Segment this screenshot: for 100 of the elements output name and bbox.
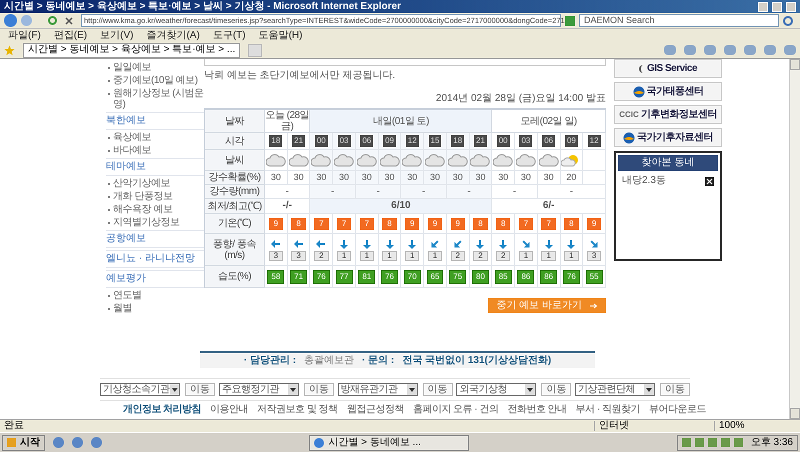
go-button[interactable]: 이동 xyxy=(541,383,572,396)
browser-tab[interactable]: 시간별 > 동네예보 > 육상예보 > 특보·예보 > ... xyxy=(23,42,240,58)
sidebar-heading[interactable]: 공항예보 xyxy=(106,233,146,244)
humidity-badge: 55 xyxy=(586,270,603,284)
footer-link[interactable]: 이용안내 xyxy=(210,405,248,415)
humidity-badge: 70 xyxy=(404,270,421,284)
time-label: 18 xyxy=(269,135,282,147)
time-label: 03 xyxy=(338,135,350,147)
recent-item[interactable]: 내당2.3동 xyxy=(622,176,666,186)
refresh-icon[interactable] xyxy=(48,16,57,25)
go-icon[interactable] xyxy=(565,16,575,26)
sidebar-item[interactable]: 산악기상예보 xyxy=(113,178,170,189)
banner-label: 국가태풍센터 xyxy=(646,86,704,96)
scrollbar[interactable] xyxy=(789,59,800,419)
wind-speed: 3 xyxy=(268,250,284,260)
rain-probability: 30 xyxy=(270,173,281,182)
time-label: 00 xyxy=(496,135,510,147)
temperature-badge: 9 xyxy=(428,218,442,230)
sidebar-heading[interactable]: 북한예보 xyxy=(106,115,146,126)
agency-select[interactable]: 외국기상청 xyxy=(456,383,536,396)
time-label: 12 xyxy=(588,135,601,147)
rain-probability: 30 xyxy=(520,173,531,182)
min-max-temperature: 6/- xyxy=(542,201,554,211)
start-button[interactable]: 시작 xyxy=(2,434,45,450)
sidebar-heading[interactable]: 테마예보 xyxy=(106,161,146,172)
sidebar-item[interactable]: 월별 xyxy=(113,303,132,314)
wind-speed: 2 xyxy=(450,250,465,260)
go-button[interactable]: 이동 xyxy=(304,383,334,396)
banner-link[interactable]: CCIC 기후변화정보센터 xyxy=(614,105,722,124)
time-label: 21 xyxy=(474,135,487,147)
go-button[interactable]: 이동 xyxy=(185,383,215,396)
rain-amount: - xyxy=(376,186,380,196)
contact-value: 전국 국번없이 131(기상상담전화) xyxy=(402,356,552,366)
rain-probability: 30 xyxy=(498,173,508,182)
sidebar-item[interactable]: 해수욕장 예보 xyxy=(113,204,172,215)
temperature-badge: 9 xyxy=(586,218,602,230)
window-title: 시간별 > 동네예보 > 육상예보 > 특보·예보 > 날씨 > 기상청 - Microsoft Internet Explorer xyxy=(4,2,401,12)
search-field[interactable]: DAEMON Search xyxy=(579,14,779,27)
contact-label: · 담당관리 : xyxy=(244,356,296,366)
time-label: 15 xyxy=(428,135,442,147)
wind-speed: 1 xyxy=(428,250,442,260)
sidebar-heading[interactable]: 예보평가 xyxy=(106,273,146,284)
swirl-logo-icon xyxy=(623,132,635,144)
agency-select[interactable]: 기상청소속기관 xyxy=(100,383,180,396)
sidebar-item[interactable]: 육상예보 xyxy=(113,132,151,143)
zone-text: 인터넷 xyxy=(594,421,714,431)
footer-link[interactable]: 전화번호 안내 xyxy=(507,405,567,415)
menu-item[interactable]: 도움말(H) xyxy=(258,30,302,40)
menu-item[interactable]: 즐겨찾기(A) xyxy=(146,30,200,40)
temperature-badge: 9 xyxy=(268,218,284,230)
banner-link[interactable]: 국가기후자료센터 xyxy=(614,128,722,147)
rain-probability: 30 xyxy=(384,173,395,182)
new-tab-button[interactable] xyxy=(248,44,262,56)
temperature-badge: 7 xyxy=(336,218,352,230)
humidity-badge: 81 xyxy=(358,270,376,284)
quick-launch-icon[interactable] xyxy=(72,437,83,448)
day-header: 내일(01일 토) xyxy=(310,110,492,133)
row-label: 풍향/ 풍속(m/s) xyxy=(205,234,265,266)
taskbar-window-button[interactable]: 시간별 > 동네예보 ... xyxy=(309,434,470,450)
wind-speed: 3 xyxy=(586,250,602,260)
zoom-level[interactable]: 100% xyxy=(714,421,745,431)
agency-select[interactable]: 주요행정기관 xyxy=(218,383,299,396)
close-icon[interactable] xyxy=(705,176,714,186)
sidebar-item[interactable]: 중기예보(10일 예보) xyxy=(113,75,198,86)
banner-link[interactable]: 국가태풍센터 xyxy=(614,82,722,101)
footer-link[interactable]: 웹접근성정책 xyxy=(346,405,404,415)
menu-item[interactable]: 파일(F) xyxy=(8,30,41,40)
footer-link[interactable]: 저작권보호 및 정책 xyxy=(257,405,338,415)
favorites-star-icon[interactable] xyxy=(4,44,15,56)
agency-select[interactable]: 방재유관기관 xyxy=(338,383,418,396)
sidebar-item[interactable]: 원해기상정보 (시범운영) xyxy=(113,88,204,110)
stop-icon[interactable] xyxy=(65,16,73,24)
footer-link[interactable]: 부서 · 직원찾기 xyxy=(576,405,640,415)
sidebar-item[interactable]: 일일예보 xyxy=(113,62,151,73)
footer-link[interactable]: 개인정보 처리방침 xyxy=(122,405,202,415)
menu-item[interactable]: 도구(T) xyxy=(212,30,246,40)
rain-probability: 30 xyxy=(294,173,304,182)
time-label: 12 xyxy=(406,135,419,147)
rain-amount: - xyxy=(512,186,516,196)
sidebar-item[interactable]: 바다예보 xyxy=(113,145,151,156)
sidebar-item[interactable]: 개화 단풍정보 xyxy=(113,191,172,202)
temperature-badge: 8 xyxy=(564,218,579,230)
banner-label: GIS Service xyxy=(646,64,698,74)
footer-link[interactable]: 뷰어다운로드 xyxy=(649,405,706,415)
go-button[interactable]: 이동 xyxy=(422,383,452,396)
banner-link[interactable]: GIS Service xyxy=(614,59,722,78)
sidebar-item[interactable]: 연도별 xyxy=(113,290,142,301)
agency-select[interactable]: 기상관련단체 xyxy=(575,383,655,396)
search-icon[interactable] xyxy=(783,16,793,26)
rain-probability: 30 xyxy=(316,173,326,182)
temperature-badge: 8 xyxy=(473,218,488,230)
sidebar-item[interactable]: 지역별기상정보 xyxy=(113,217,180,228)
footer-link[interactable]: 홈페이지 오류 · 건의 xyxy=(412,405,498,415)
sidebar-heading[interactable]: 엘니뇨 · 라니냐전망 xyxy=(106,253,195,264)
menu-item[interactable]: 편집(E) xyxy=(54,30,88,40)
quick-launch-icon[interactable] xyxy=(91,437,102,448)
menu-item[interactable]: 보기(V) xyxy=(100,30,134,40)
quick-launch-icon[interactable] xyxy=(53,437,64,448)
go-button[interactable]: 이동 xyxy=(660,383,690,396)
wind-speed: 1 xyxy=(382,250,397,260)
